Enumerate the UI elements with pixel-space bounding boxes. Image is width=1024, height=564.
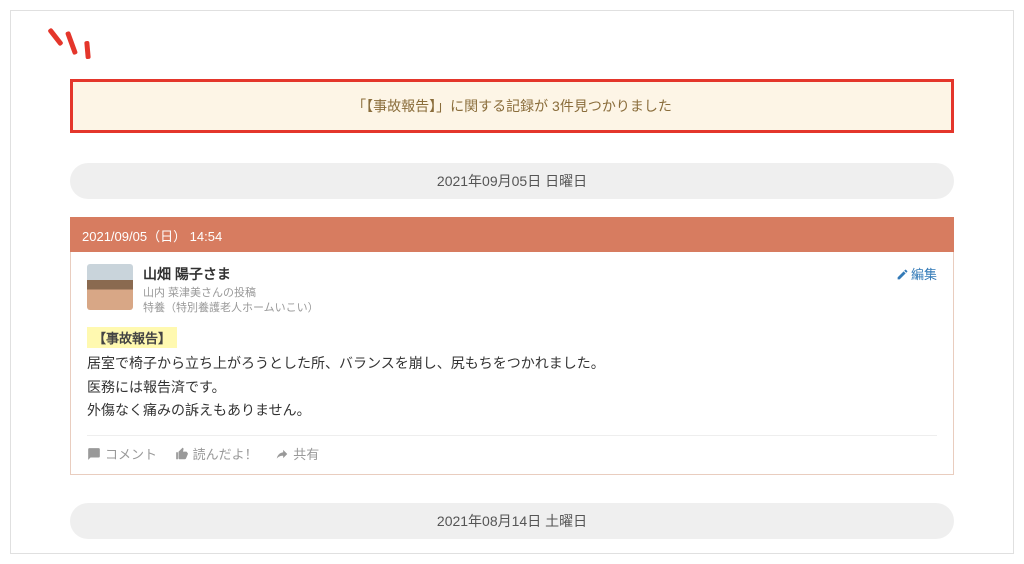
- read-button[interactable]: 読んだよ！: [175, 444, 258, 463]
- tag-badge: 【事故報告】: [87, 327, 177, 348]
- emphasis-marks-icon: [31, 23, 91, 73]
- search-result-banner: 「【事故報告】」に関する記録が 3件見つかりました: [70, 79, 954, 133]
- edit-icon: [896, 268, 909, 281]
- record-body: 山畑 陽子さま 山内 菜津美さんの投稿 特養（特別養護老人ホームいこい） 編集 …: [70, 252, 954, 475]
- post-line: 居室で椅子から立ち上がろうとした所、バランスを崩し、尻もちをつかれました。: [87, 352, 937, 376]
- post-text: 居室で椅子から立ち上がろうとした所、バランスを崩し、尻もちをつかれました。 医務…: [87, 352, 937, 423]
- frame: 「【事故報告】」に関する記録が 3件見つかりました 2021年09月05日 日曜…: [10, 10, 1014, 554]
- date-divider: 2021年09月05日 日曜日: [70, 163, 954, 199]
- person-name: 山畑 陽子さま: [143, 264, 319, 284]
- poster-name: 山内 菜津美さんの投稿: [143, 286, 319, 301]
- comment-button[interactable]: コメント: [87, 444, 157, 463]
- share-icon: [275, 447, 289, 461]
- edit-button[interactable]: 編集: [896, 264, 937, 283]
- record-datetime-header: 2021/09/05（日） 14:54: [70, 221, 954, 252]
- record-card: 2021/09/05（日） 14:54 山畑 陽子さま 山内 菜津美さんの投稿 …: [70, 217, 954, 475]
- action-bar: コメント 読んだよ！ 共有: [87, 435, 937, 464]
- post-line: 外傷なく痛みの訴えもありません。: [87, 399, 937, 423]
- share-button[interactable]: 共有: [275, 444, 319, 463]
- comment-icon: [87, 447, 101, 461]
- record-top: 山畑 陽子さま 山内 菜津美さんの投稿 特養（特別養護老人ホームいこい） 編集: [87, 264, 937, 317]
- facility-name: 特養（特別養護老人ホームいこい）: [143, 301, 319, 316]
- share-label: 共有: [293, 444, 319, 463]
- notice-prefix: 「【事故報告】」に関する記録が: [352, 98, 552, 114]
- comment-label: コメント: [105, 444, 157, 463]
- notice-suffix: 件見つかりました: [560, 98, 672, 114]
- notice-count: 3: [552, 98, 560, 114]
- read-label: 読んだよ！: [193, 444, 258, 463]
- post-line: 医務には報告済です。: [87, 376, 937, 400]
- person-info: 山畑 陽子さま 山内 菜津美さんの投稿 特養（特別養護老人ホームいこい）: [143, 264, 319, 317]
- thumbs-up-icon: [175, 447, 189, 461]
- avatar: [87, 264, 133, 310]
- edit-label: 編集: [911, 267, 937, 282]
- date-divider: 2021年08月14日 土曜日: [70, 503, 954, 539]
